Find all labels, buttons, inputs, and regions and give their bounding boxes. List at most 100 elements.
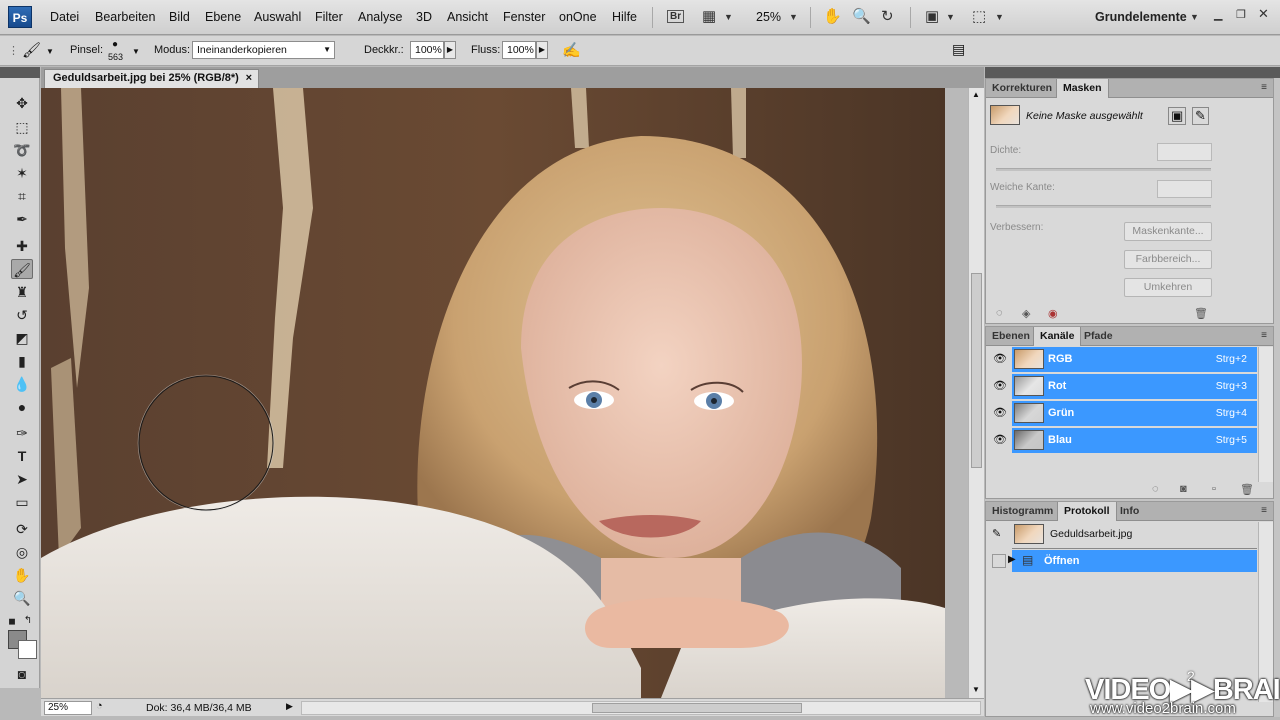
crop-tool-icon[interactable]: ⌗ — [11, 186, 33, 206]
delete-channel-icon[interactable]: 🗑 — [1240, 483, 1254, 496]
feather-input[interactable] — [1157, 180, 1212, 198]
close-document-icon[interactable]: × — [246, 72, 252, 84]
channel-row-rot[interactable]: 👁 Rot Strg+3 — [986, 373, 1257, 400]
rectangle-tool-icon[interactable]: ▭ — [11, 492, 33, 512]
visibility-eye-icon[interactable]: 👁 — [992, 406, 1008, 420]
arrange-documents-icon[interactable]: ▣ — [925, 7, 939, 25]
brush-dot-icon[interactable]: ● — [112, 39, 118, 50]
brush-tool-preset-icon[interactable]: 🖌 — [22, 41, 41, 59]
status-options-icon[interactable]: ◔ — [96, 700, 103, 712]
history-brush-tool-icon[interactable]: ↺ — [11, 305, 33, 325]
pen-tool-icon[interactable]: ✑ — [11, 423, 33, 443]
move-tool-icon[interactable]: ✥ — [11, 93, 33, 113]
menu-auswahl[interactable]: Auswahl — [254, 10, 301, 24]
swap-colors-icon[interactable]: ↰ — [22, 611, 34, 631]
history-brush-source-box[interactable] — [992, 554, 1006, 568]
menu-bearbeiten[interactable]: Bearbeiten — [95, 10, 155, 24]
chevron-down-icon[interactable]: ▼ — [132, 47, 140, 56]
eraser-tool-icon[interactable]: ◩ — [11, 328, 33, 348]
document-tab[interactable]: Geduldsarbeit.jpg bei 25% (RGB/8*) × — [44, 69, 259, 88]
delete-mask-icon[interactable]: 🗑 — [1194, 307, 1208, 320]
restore-icon[interactable]: ❐ — [1236, 8, 1246, 21]
menu-bild[interactable]: Bild — [169, 10, 190, 24]
dodge-tool-icon[interactable]: ● — [11, 397, 33, 417]
save-selection-channel-icon[interactable]: ◙ — [1180, 483, 1187, 495]
load-selection-icon[interactable]: ◌ — [996, 307, 1003, 319]
zoom-level-dropdown[interactable]: 25% — [756, 10, 781, 24]
visibility-eye-icon[interactable]: 👁 — [992, 352, 1008, 366]
hand-tool-icon[interactable]: ✋ — [11, 565, 33, 585]
screen-mode-icon[interactable]: ⬚ — [972, 7, 986, 25]
status-menu-arrow-icon[interactable]: ▶ — [286, 701, 293, 712]
scroll-up-icon[interactable]: ▲ — [972, 90, 980, 99]
blur-tool-icon[interactable]: 💧 — [11, 374, 33, 394]
visibility-eye-icon[interactable]: 👁 — [992, 433, 1008, 447]
bridge-button[interactable]: Br — [667, 10, 685, 23]
healing-brush-tool-icon[interactable]: ✚ — [11, 236, 33, 256]
menu-ansicht[interactable]: Ansicht — [447, 10, 488, 24]
color-range-button[interactable]: Farbbereich... — [1124, 250, 1212, 269]
history-step-row[interactable]: ▶ ▤ Öffnen — [986, 550, 1257, 576]
channel-row-gruen[interactable]: 👁 Grün Strg+4 — [986, 400, 1257, 427]
view-extras-icon[interactable]: ▦ — [702, 7, 716, 25]
brush-tool-icon[interactable]: 🖌 — [11, 259, 33, 279]
history-brush-source-icon[interactable]: ✎ — [992, 527, 1001, 540]
tab-korrekturen[interactable]: Korrekturen — [986, 79, 1058, 98]
zoom-tool-icon[interactable]: 🔍 — [852, 7, 871, 25]
tab-histogramm[interactable]: Histogramm — [986, 502, 1059, 521]
opacity-input[interactable]: 100% — [410, 41, 444, 59]
tab-info[interactable]: Info — [1114, 502, 1145, 521]
vertical-scrollbar[interactable]: ▲ ▼ — [968, 88, 984, 698]
rotate-view-icon[interactable]: ↻ — [881, 7, 894, 25]
load-channel-selection-icon[interactable]: ◌ — [1152, 483, 1159, 495]
toolbox-header[interactable] — [0, 67, 40, 78]
menu-datei[interactable]: Datei — [50, 10, 79, 24]
horizontal-scroll-thumb[interactable] — [592, 703, 802, 713]
channels-scrollbar[interactable] — [1258, 347, 1273, 482]
image-canvas[interactable] — [41, 88, 945, 698]
magic-wand-tool-icon[interactable]: ✶ — [11, 163, 33, 183]
menu-hilfe[interactable]: Hilfe — [612, 10, 637, 24]
tab-pfade[interactable]: Pfade — [1078, 327, 1119, 346]
clone-stamp-tool-icon[interactable]: ♜ — [11, 282, 33, 302]
zoom-tool-icon[interactable]: 🔍 — [11, 588, 33, 608]
menu-3d[interactable]: 3D — [416, 10, 432, 24]
feather-slider[interactable] — [996, 205, 1211, 208]
menu-ebene[interactable]: Ebene — [205, 10, 241, 24]
tab-masken[interactable]: Masken — [1056, 79, 1109, 98]
panel-menu-icon[interactable]: ≡ — [1261, 505, 1267, 516]
chevron-down-icon[interactable]: ▼ — [724, 12, 733, 22]
tab-protokoll[interactable]: Protokoll — [1057, 502, 1117, 521]
menu-onone[interactable]: onOne — [559, 10, 597, 24]
background-color-swatch[interactable] — [18, 640, 37, 659]
channel-row-blau[interactable]: 👁 Blau Strg+5 — [986, 427, 1257, 454]
mask-edge-button[interactable]: Maskenkante... — [1124, 222, 1212, 241]
new-channel-icon[interactable]: ▫ — [1212, 483, 1216, 495]
close-icon[interactable]: ✕ — [1258, 6, 1269, 22]
add-vector-mask-icon[interactable]: ✎ — [1192, 107, 1209, 125]
airbrush-icon[interactable]: ✍ — [562, 41, 581, 59]
panel-dock-header[interactable] — [985, 67, 1280, 78]
brush-panel-toggle-icon[interactable]: ▤ — [952, 41, 965, 58]
add-pixel-mask-icon[interactable]: ▣ — [1168, 107, 1187, 125]
brush-size-value[interactable]: 563 — [108, 52, 123, 62]
history-snapshot-row[interactable]: ✎ Geduldsarbeit.jpg — [986, 522, 1257, 548]
vertical-scroll-thumb[interactable] — [971, 273, 982, 468]
gradient-tool-icon[interactable]: ▮ — [11, 351, 33, 371]
tab-ebenen[interactable]: Ebenen — [986, 327, 1036, 346]
eyedropper-tool-icon[interactable]: ✒ — [11, 209, 33, 229]
chevron-down-icon[interactable]: ▼ — [1190, 12, 1199, 22]
chevron-down-icon[interactable]: ▼ — [46, 47, 54, 56]
hand-tool-icon[interactable]: ✋ — [823, 7, 842, 25]
panel-menu-icon[interactable]: ≡ — [1261, 330, 1267, 341]
3d-orbit-tool-icon[interactable]: ◎ — [11, 542, 33, 562]
blend-mode-select[interactable]: Ineinanderkopieren ▼ — [192, 41, 335, 59]
density-input[interactable] — [1157, 143, 1212, 161]
disable-mask-icon[interactable]: ◉ — [1048, 307, 1058, 320]
visibility-eye-icon[interactable]: 👁 — [992, 379, 1008, 393]
horizontal-scrollbar[interactable] — [301, 701, 981, 715]
lasso-tool-icon[interactable]: ➰ — [11, 140, 33, 160]
tab-kanaele[interactable]: Kanäle — [1033, 327, 1082, 346]
apply-mask-icon[interactable]: ◈ — [1022, 307, 1030, 320]
path-selection-tool-icon[interactable]: ➤ — [11, 469, 33, 489]
